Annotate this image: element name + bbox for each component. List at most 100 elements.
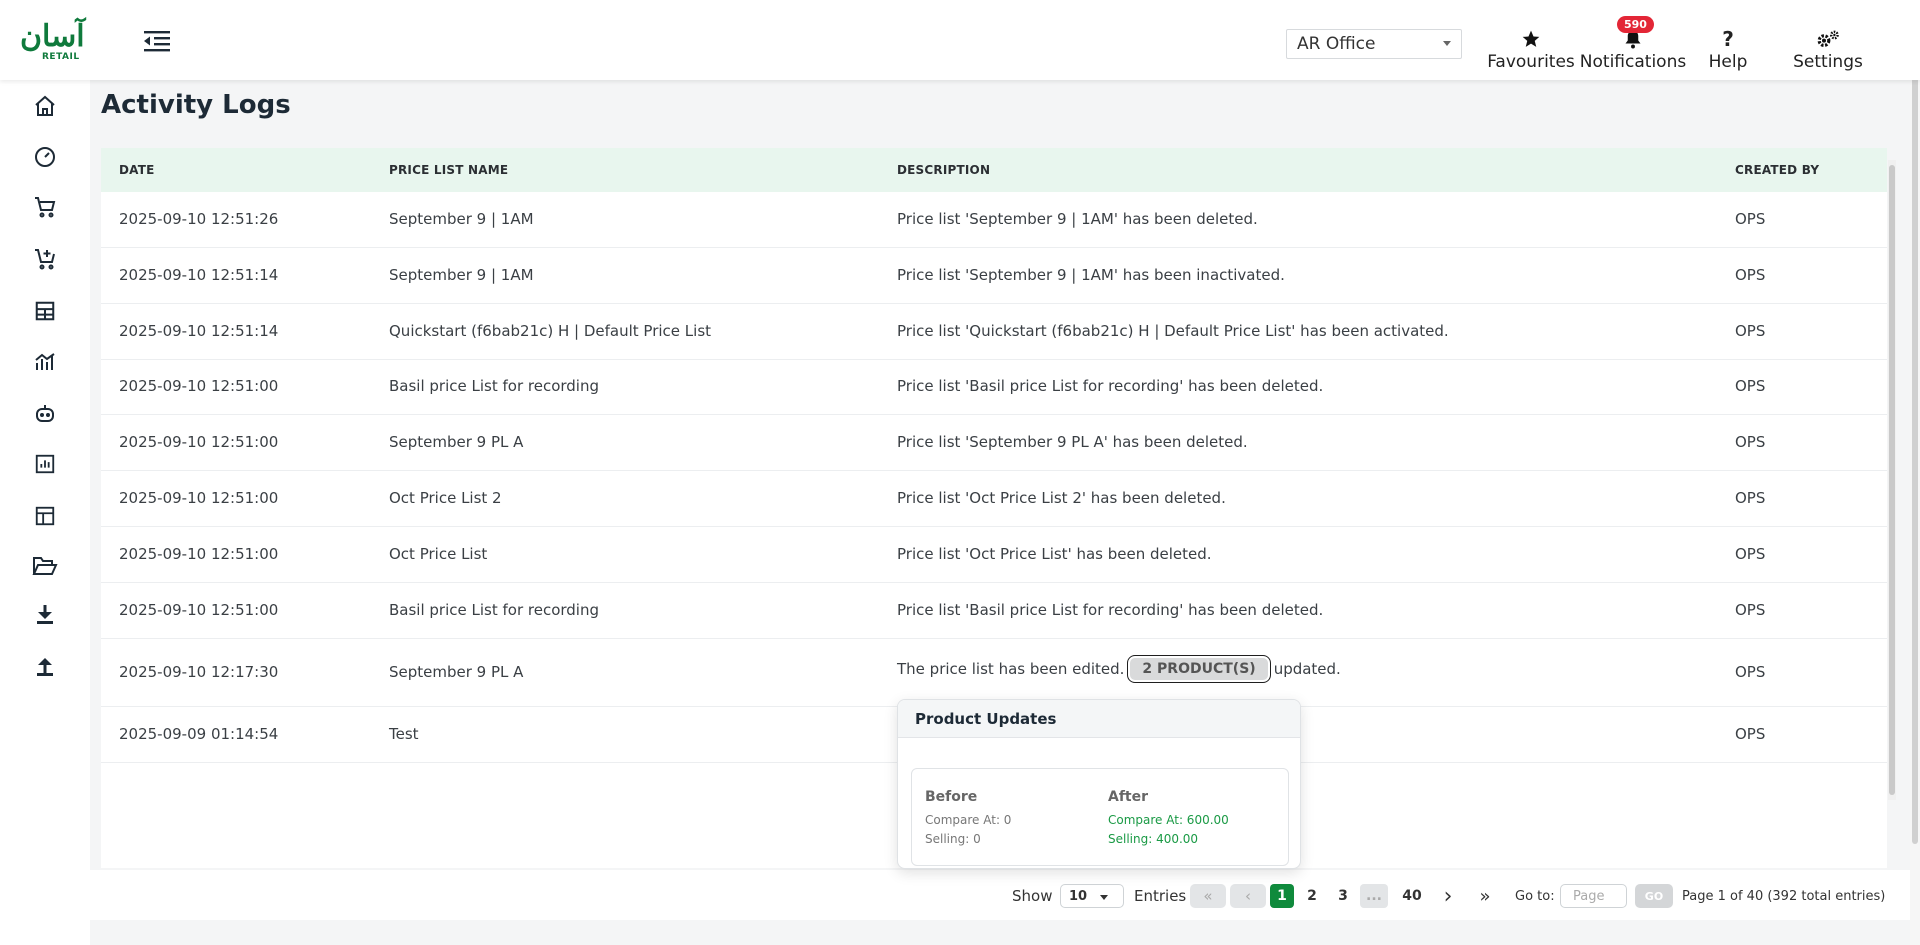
cell-price-list-name: September 9 PL A <box>389 433 524 451</box>
download-icon[interactable] <box>31 600 59 628</box>
notifications-button[interactable]: Notifications <box>1579 28 1687 72</box>
after-selling: Selling: 400.00 <box>1108 832 1199 846</box>
layout-icon[interactable] <box>31 502 59 530</box>
question-icon: ? <box>1722 27 1734 51</box>
top-header: آسان RETAIL AR Office Favourites Notific… <box>0 0 1920 80</box>
prev-page-button[interactable]: ‹ <box>1230 884 1266 908</box>
settings-label: Settings <box>1793 52 1863 72</box>
cell-date: 2025-09-10 12:51:00 <box>119 489 279 507</box>
before-selling: Selling: 0 <box>925 832 981 846</box>
logo-arabic-text: آسان <box>20 19 85 54</box>
cell-price-list-name: Oct Price List <box>389 545 488 563</box>
header-price-list-name[interactable]: PRICE LIST NAME <box>389 163 508 177</box>
logo-english-text: RETAIL <box>42 52 80 62</box>
page-button-3[interactable]: 3 <box>1331 884 1355 908</box>
app-logo[interactable]: آسان RETAIL <box>20 19 85 66</box>
table-row[interactable]: 2025-09-10 12:51:00 Basil price List for… <box>101 360 1887 415</box>
header-description[interactable]: DESCRIPTION <box>897 163 990 177</box>
cell-price-list-name: September 9 | 1AM <box>389 266 534 284</box>
first-page-button[interactable]: « <box>1190 884 1226 908</box>
folder-open-icon[interactable] <box>31 552 59 580</box>
description-text-suffix: updated. <box>1273 660 1341 678</box>
cell-date: 2025-09-10 12:51:14 <box>119 322 279 340</box>
description-text: The price list has been edited. <box>897 660 1125 678</box>
page-button-40[interactable]: 40 <box>1397 884 1427 908</box>
table-row[interactable]: 2025-09-10 12:51:26 September 9 | 1AM Pr… <box>101 192 1887 248</box>
cell-created-by: OPS <box>1735 601 1766 619</box>
cell-date: 2025-09-10 12:51:26 <box>119 210 279 228</box>
home-icon[interactable] <box>31 92 59 120</box>
cell-price-list-name: September 9 | 1AM <box>389 210 534 228</box>
report-chart-icon[interactable] <box>31 450 59 478</box>
settings-button[interactable]: Settings <box>1788 28 1868 72</box>
cell-price-list-name: Quickstart (f6bab21c) H | Default Price … <box>389 322 712 340</box>
cell-description: The price list has been edited. 2 PRODUC… <box>897 655 1341 683</box>
double-chevron-left-icon: « <box>1203 887 1213 905</box>
cell-date: 2025-09-10 12:17:30 <box>119 663 279 681</box>
goto-page-placeholder: Page <box>1573 888 1605 904</box>
page-ellipsis: ... <box>1360 884 1388 908</box>
header-created-by[interactable]: CREATED BY <box>1735 163 1819 177</box>
table-row[interactable]: 2025-09-10 12:51:00 Oct Price List 2 Pri… <box>101 471 1887 527</box>
inventory-icon[interactable] <box>31 297 59 325</box>
pagination-bar: Show 10 Entries « ‹ 1 2 3 ... 40 › » Go … <box>90 870 1910 920</box>
goto-page-input[interactable]: Page <box>1560 884 1627 908</box>
cell-description: Price list 'Oct Price List' has been del… <box>897 545 1212 563</box>
after-label: After <box>1108 789 1149 805</box>
cell-date: 2025-09-10 12:51:00 <box>119 601 279 619</box>
cell-created-by: OPS <box>1735 433 1766 451</box>
upload-icon[interactable] <box>31 652 59 680</box>
cell-price-list-name: Basil price List for recording <box>389 601 599 619</box>
menu-collapse-icon[interactable] <box>144 30 174 56</box>
page-size-value: 10 <box>1069 888 1088 904</box>
favourites-button[interactable]: Favourites <box>1486 28 1576 72</box>
after-compare-at: Compare At: 600.00 <box>1108 813 1229 827</box>
page-title: Activity Logs <box>101 90 291 120</box>
page-button-1[interactable]: 1 <box>1270 884 1294 908</box>
bot-icon[interactable] <box>31 399 59 427</box>
products-updated-button[interactable]: 2 PRODUCT(S) <box>1127 655 1271 683</box>
next-page-button[interactable]: › <box>1438 884 1458 909</box>
page-scrollbar[interactable] <box>1912 4 1918 844</box>
header-date[interactable]: DATE <box>119 163 155 177</box>
page-size-select[interactable]: 10 <box>1060 884 1124 908</box>
cell-date: 2025-09-10 12:51:00 <box>119 433 279 451</box>
after-column: After Compare At: 600.00 Selling: 400.00 <box>1108 789 1229 851</box>
cart-icon[interactable] <box>31 193 59 221</box>
cell-date: 2025-09-10 12:51:14 <box>119 266 279 284</box>
cart-add-icon[interactable] <box>31 245 59 273</box>
go-button[interactable]: GO <box>1635 884 1673 908</box>
table-scrollbar[interactable] <box>1889 165 1895 795</box>
chevron-left-icon: ‹ <box>1245 887 1251 905</box>
cell-created-by: OPS <box>1735 545 1766 563</box>
table-row[interactable]: 2025-09-10 12:17:30 September 9 PL A The… <box>101 639 1887 707</box>
last-page-button[interactable]: » <box>1475 884 1495 908</box>
before-compare-at: Compare At: 0 <box>925 813 1012 827</box>
cell-description: Price list 'September 9 | 1AM' has been … <box>897 266 1285 284</box>
cell-description: Price list 'Basil price List for recordi… <box>897 601 1324 619</box>
table-row[interactable]: 2025-09-10 12:51:00 Oct Price List Price… <box>101 527 1887 583</box>
table-header-row: DATE PRICE LIST NAME DESCRIPTION CREATED… <box>101 148 1887 192</box>
cell-date: 2025-09-09 01:14:54 <box>119 725 279 743</box>
product-update-card: Before Compare At: 0 Selling: 0 After Co… <box>911 768 1289 866</box>
table-row[interactable]: 2025-09-10 12:51:14 Quickstart (f6bab21c… <box>101 304 1887 360</box>
cell-date: 2025-09-10 12:51:00 <box>119 545 279 563</box>
analytics-icon[interactable] <box>31 348 59 376</box>
cell-description: Price list 'Quickstart (f6bab21c) H | De… <box>897 322 1449 340</box>
table-row[interactable]: 2025-09-10 12:51:00 Basil price List for… <box>101 583 1887 639</box>
table-row[interactable]: 2025-09-10 12:51:00 September 9 PL A Pri… <box>101 415 1887 471</box>
table-row[interactable]: 2025-09-10 12:51:14 September 9 | 1AM Pr… <box>101 248 1887 304</box>
cell-created-by: OPS <box>1735 725 1766 743</box>
notifications-count-badge: 590 <box>1617 16 1654 33</box>
cell-created-by: OPS <box>1735 266 1766 284</box>
before-column: Before Compare At: 0 Selling: 0 <box>925 789 1011 851</box>
cell-price-list-name: September 9 PL A <box>389 663 524 681</box>
page-button-2[interactable]: 2 <box>1300 884 1324 908</box>
dashboard-gauge-icon[interactable] <box>31 143 59 171</box>
show-label: Show <box>1012 887 1053 905</box>
cell-created-by: OPS <box>1735 663 1766 681</box>
cell-description: Price list 'September 9 PL A' has been d… <box>897 433 1248 451</box>
help-button[interactable]: ? Help <box>1706 27 1750 72</box>
cell-price-list-name: Oct Price List 2 <box>389 489 502 507</box>
office-select[interactable]: AR Office <box>1286 29 1462 59</box>
